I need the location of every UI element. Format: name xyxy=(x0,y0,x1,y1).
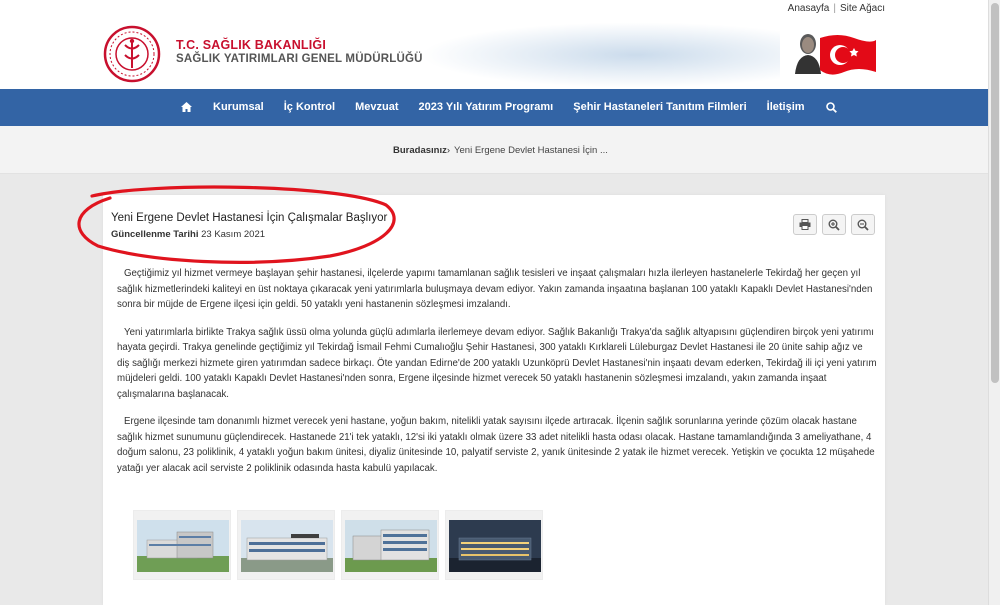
article-body: Geçtiğimiz yıl hizmet vermeye başlayan ş… xyxy=(117,266,877,488)
nav-item-iletisim[interactable]: İletişim xyxy=(757,89,815,126)
zoom-in-button[interactable] xyxy=(822,214,846,235)
article-tools xyxy=(793,214,875,235)
breadcrumb-separator: › xyxy=(446,145,451,156)
hospital-render-image xyxy=(137,520,229,572)
turkish-flag-icon xyxy=(820,35,876,75)
breadcrumb-bar: Buradasınız› Yeni Ergene Devlet Hastanesi… xyxy=(0,126,988,174)
zoom-out-icon xyxy=(857,219,869,231)
scrollbar-thumb[interactable] xyxy=(991,3,999,383)
article-paragraph: Ergene ilçesinde tam donanımlı hizmet ve… xyxy=(117,416,875,474)
article-card: Yeni Ergene Devlet Hastanesi İçin Çalışm… xyxy=(103,195,885,605)
gallery-thumb-2[interactable] xyxy=(237,510,335,580)
date-value: 23 Kasım 2021 xyxy=(201,229,266,240)
hospital-render-image xyxy=(241,520,333,572)
nav-home[interactable] xyxy=(170,89,203,126)
header: Anasayfa | Site Ağacı T.C. SAĞLIK BAKANLIĞ… xyxy=(0,0,1000,90)
nav-item-mevzuat[interactable]: Mevzuat xyxy=(345,89,408,126)
zoom-out-button[interactable] xyxy=(851,214,875,235)
ministry-logo-icon[interactable] xyxy=(103,25,161,83)
nav-item-ic-kontrol[interactable]: İç Kontrol xyxy=(274,89,345,126)
breadcrumb: Buradasınız› Yeni Ergene Devlet Hastanesi… xyxy=(393,145,608,156)
nav-item-tanitim-filmleri[interactable]: Şehir Hastaneleri Tanıtım Filmleri xyxy=(563,89,756,126)
print-icon xyxy=(799,219,811,230)
image-gallery xyxy=(133,510,543,580)
nav-item-kurumsal[interactable]: Kurumsal xyxy=(203,89,274,126)
top-links: Anasayfa | Site Ağacı xyxy=(788,3,885,14)
brand-subtitle: SAĞLIK YATIRIMLARI GENEL MÜDÜRLÜĞÜ xyxy=(176,53,423,65)
brand-title: T.C. SAĞLIK BAKANLIĞI xyxy=(176,38,327,52)
article-title: Yeni Ergene Devlet Hastanesi İçin Çalışm… xyxy=(111,212,388,224)
article-paragraph: Yeni yatırımlarla birlikte Trakya sağlık… xyxy=(117,326,877,400)
page-scrollbar[interactable] xyxy=(988,0,1000,605)
nav-items: Kurumsal İç Kontrol Mevzuat 2023 Yılı Ya… xyxy=(170,89,848,126)
article-paragraph: Geçtiğimiz yıl hizmet vermeye başlayan ş… xyxy=(117,268,873,310)
breadcrumb-current[interactable]: Yeni Ergene Devlet Hastanesi İçin ... xyxy=(454,145,608,156)
gallery-thumb-4[interactable] xyxy=(445,510,543,580)
article-date: Güncellenme Tarihi 23 Kasım 2021 xyxy=(111,229,265,240)
home-link[interactable]: Anasayfa xyxy=(788,3,830,14)
gallery-thumb-1[interactable] xyxy=(133,510,231,580)
nav-item-yatirim-programi[interactable]: 2023 Yılı Yatırım Programı xyxy=(409,89,564,126)
print-button[interactable] xyxy=(793,214,817,235)
sitemap-link[interactable]: Site Ağacı xyxy=(840,3,885,14)
home-icon xyxy=(181,102,192,113)
main-nav: Kurumsal İç Kontrol Mevzuat 2023 Yılı Ya… xyxy=(0,89,988,126)
date-label: Güncellenme Tarihi xyxy=(111,229,199,240)
separator: | xyxy=(833,3,836,14)
hospital-render-image xyxy=(345,520,437,572)
hospital-render-night-image xyxy=(449,520,541,572)
zoom-in-icon xyxy=(828,219,840,231)
gallery-thumb-3[interactable] xyxy=(341,510,439,580)
header-banner xyxy=(420,22,780,88)
breadcrumb-label: Buradasınız xyxy=(393,145,447,156)
search-icon xyxy=(825,101,837,113)
nav-search[interactable] xyxy=(815,89,848,126)
